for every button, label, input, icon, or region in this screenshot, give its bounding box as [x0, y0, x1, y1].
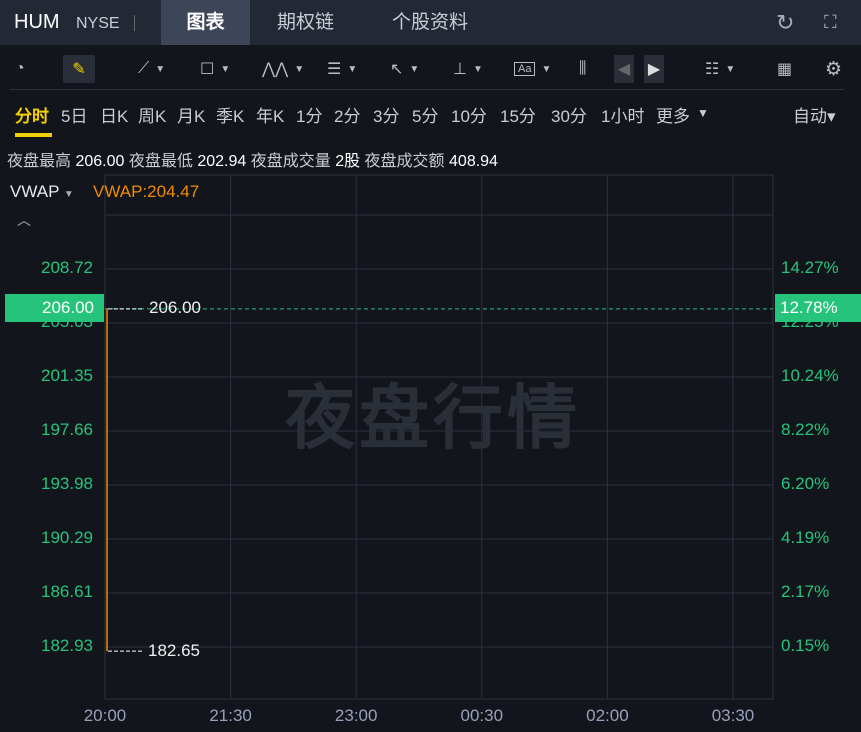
high-price-label: 206.00 [149, 298, 201, 317]
x-tick: 23:00 [334, 706, 378, 725]
low-price-label: 182.65 [148, 641, 200, 660]
y-tick-left: 193.98 [41, 474, 93, 493]
y-tick-left: 197.66 [41, 420, 93, 439]
y-tick-left: 186.61 [41, 582, 93, 601]
x-tick: 20:00 [83, 706, 127, 725]
y-tick-right: 2.17% [781, 582, 830, 601]
y-tick-left: 190.29 [41, 528, 93, 547]
x-tick: 00:30 [460, 706, 504, 725]
chevron-down-icon: ▼ [63, 189, 74, 200]
indicator-dropdown[interactable]: VWAP ▼ [10, 182, 74, 202]
y-tick-right: 6.20% [781, 474, 830, 493]
y-tick-right: 14.27% [781, 258, 839, 277]
x-tick: 03:30 [711, 706, 755, 725]
current-price-tag: 206.00 [5, 294, 104, 322]
x-tick: 21:30 [209, 706, 252, 725]
vwap-value: VWAP:204.47 [93, 182, 200, 201]
y-tick-right: 0.15% [781, 636, 830, 655]
y-tick-left: 201.35 [41, 366, 93, 385]
y-tick-right: 10.24% [781, 366, 839, 385]
current-pct-tag: 12.78% [775, 294, 861, 322]
x-tick: 02:00 [586, 706, 629, 725]
y-tick-left: 182.93 [41, 636, 93, 655]
y-tick-left: 208.72 [41, 258, 93, 277]
indicator-name: VWAP [10, 182, 60, 201]
watermark: 夜盘行情 [285, 379, 581, 457]
collapse-icon[interactable]: ︿ [17, 210, 31, 230]
y-tick-right: 4.19% [781, 528, 830, 547]
y-tick-right: 8.22% [781, 420, 830, 439]
